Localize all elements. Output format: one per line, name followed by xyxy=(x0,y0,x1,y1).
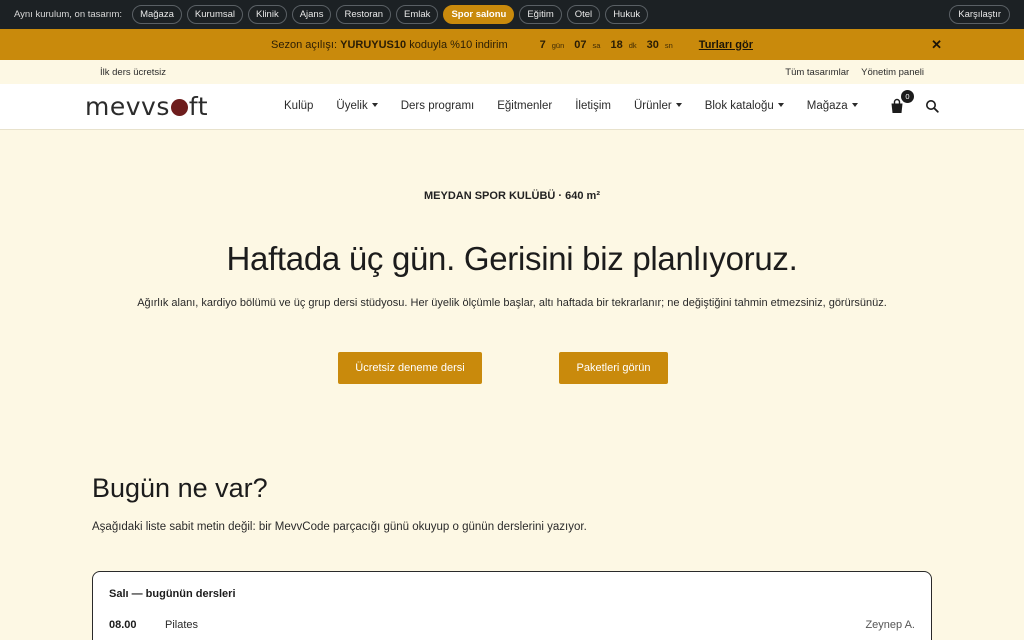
today-card-title: Salı — bugünün dersleri xyxy=(109,588,236,600)
tours-link[interactable]: Turları gör xyxy=(699,39,753,51)
demo-pill-spor-salonu[interactable]: Spor salonu xyxy=(443,5,515,24)
nav-item-blok-katalogu[interactable]: Blok kataloğu xyxy=(705,100,784,112)
hero-eyebrow: MEYDAN SPOR KULÜBÜ · 640 m² xyxy=(423,190,601,202)
countdown-days: 7 xyxy=(539,38,546,51)
promo-suffix: koduyla %10 indirim xyxy=(409,38,508,51)
countdown-hours-unit: sa xyxy=(592,40,601,50)
class-time: 08.00 xyxy=(109,619,137,631)
demo-pill-otel[interactable]: Otel xyxy=(566,5,601,24)
view-packages-button[interactable]: Paketleri görün xyxy=(559,352,668,384)
countdown-minutes-unit: dk xyxy=(628,40,637,50)
logo-text-start: mevvs xyxy=(85,92,170,121)
free-trial-button[interactable]: Ücretsiz deneme dersi xyxy=(338,352,482,384)
search-icon[interactable] xyxy=(925,99,939,113)
nav-item-magaza[interactable]: Mağaza xyxy=(807,100,858,112)
nav-item-uyelik[interactable]: Üyelik xyxy=(336,100,378,112)
nav-item-kulup[interactable]: Kulüp xyxy=(284,100,313,112)
free-lesson-note: İlk ders ücretsiz xyxy=(100,67,166,78)
countdown-minutes: 18 xyxy=(610,38,623,51)
demo-pill-klinik[interactable]: Klinik xyxy=(248,5,287,24)
promo-bar: Sezon açılışı: YURUYUS10 koduyla %10 ind… xyxy=(0,29,1024,60)
demo-pill-emlak[interactable]: Emlak xyxy=(396,5,439,24)
countdown-seconds-unit: sn xyxy=(664,40,673,50)
chevron-down-icon xyxy=(371,103,378,107)
site-logo[interactable]: mevvs ft xyxy=(85,92,208,121)
nav-item-label: Kulüp xyxy=(284,100,314,112)
nav-item-label: Ürünler xyxy=(633,100,672,112)
promo-code: YURUYUS10 xyxy=(340,38,407,51)
demo-pill-magaza[interactable]: Mağaza xyxy=(132,5,182,24)
chevron-down-icon xyxy=(675,103,682,107)
chevron-down-icon xyxy=(851,103,858,107)
nav-item-urunler[interactable]: Ürünler xyxy=(634,100,682,112)
countdown-seconds: 30 xyxy=(646,38,659,51)
hero-lede: Ağırlık alanı, kardiyo bölümü ve üç grup… xyxy=(137,297,887,309)
compare-button[interactable]: Karşılaştır xyxy=(949,5,1010,24)
promo-prefix: Sezon açılışı: xyxy=(271,38,338,51)
countdown-timer: 7 gün 07 sa 18 dk 30 sn xyxy=(530,39,673,51)
countdown-hours: 07 xyxy=(574,38,587,51)
all-designs-link[interactable]: Tüm tasarımlar xyxy=(785,67,849,78)
nav-item-label: Blok kataloğu xyxy=(704,100,774,112)
nav-item-label: Ders programı xyxy=(400,100,475,112)
class-coach: Zeynep A. xyxy=(865,619,915,631)
close-icon[interactable]: ✕ xyxy=(931,37,942,53)
nav-item-egitmenler[interactable]: Eğitmenler xyxy=(497,100,552,112)
countdown-days-unit: gün xyxy=(551,40,565,50)
nav-item-ders-programi[interactable]: Ders programı xyxy=(401,100,475,112)
today-section-title: Bugün ne var? xyxy=(92,473,268,503)
nav-item-label: Üyelik xyxy=(336,100,368,112)
nav-item-iletisim[interactable]: İletişim xyxy=(575,100,611,112)
demo-switcher-bar: Aynı kurulum, on tasarım: Mağaza Kurumsa… xyxy=(0,0,1024,29)
chevron-down-icon xyxy=(777,103,784,107)
demo-pill-ajans[interactable]: Ajans xyxy=(291,5,332,24)
today-section-description: Aşağıdaki liste sabit metin değil: bir M… xyxy=(92,521,587,533)
logo-text-end: ft xyxy=(188,92,209,121)
demo-pill-egitim[interactable]: Eğitim xyxy=(519,5,562,24)
nav-item-label: İletişim xyxy=(575,100,611,112)
demo-pill-kurumsal[interactable]: Kurumsal xyxy=(186,5,243,24)
nav-menu: Kulüp Üyelik Ders programı Eğitmenler İl… xyxy=(284,100,881,112)
hero-headline: Haftada üç gün. Gerisini biz planlıyoruz… xyxy=(226,240,798,277)
utility-bar: İlk ders ücretsiz Tüm tasarımlar Yönetim… xyxy=(0,60,1024,84)
class-name: Pilates xyxy=(165,619,199,631)
demo-pill-restoran[interactable]: Restoran xyxy=(336,5,392,24)
demo-switcher-label: Aynı kurulum, on tasarım: xyxy=(14,9,123,20)
today-classes-card: Salı — bugünün dersleri 08.00 Pilates Ze… xyxy=(92,571,932,640)
cart-count-badge: 0 xyxy=(901,90,914,103)
nav-item-label: Eğitmenler xyxy=(497,100,553,112)
main-navigation: mevvs ft Kulüp Üyelik Ders programı Eğitm… xyxy=(0,84,1024,130)
logo-mark xyxy=(170,99,188,116)
nav-item-label: Mağaza xyxy=(806,100,848,112)
demo-pill-hukuk[interactable]: Hukuk xyxy=(605,5,649,24)
admin-panel-link[interactable]: Yönetim paneli xyxy=(861,67,924,78)
